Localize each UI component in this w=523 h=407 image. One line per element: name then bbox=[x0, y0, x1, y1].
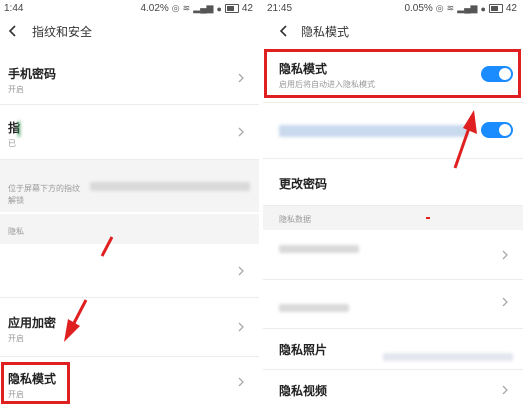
arrow-head bbox=[463, 110, 477, 134]
left-screen: 1:44 4.02% ◎ ≋ ▂▄▆ ● 42 指纹和安全 手机密码 开启 指 … bbox=[0, 0, 259, 407]
arrow-stub bbox=[100, 236, 114, 257]
arrow-head bbox=[64, 319, 80, 342]
annotation-arrows bbox=[64, 236, 114, 342]
right-screen: 21:45 0.05% ◎ ≋ ▂▄▆ ● 42 隐私模式 隐私模式 启用后将自… bbox=[263, 0, 523, 407]
annotation-arrows bbox=[426, 110, 477, 219]
arrow-shaft bbox=[71, 299, 88, 326]
arrow-shaft bbox=[453, 127, 471, 169]
